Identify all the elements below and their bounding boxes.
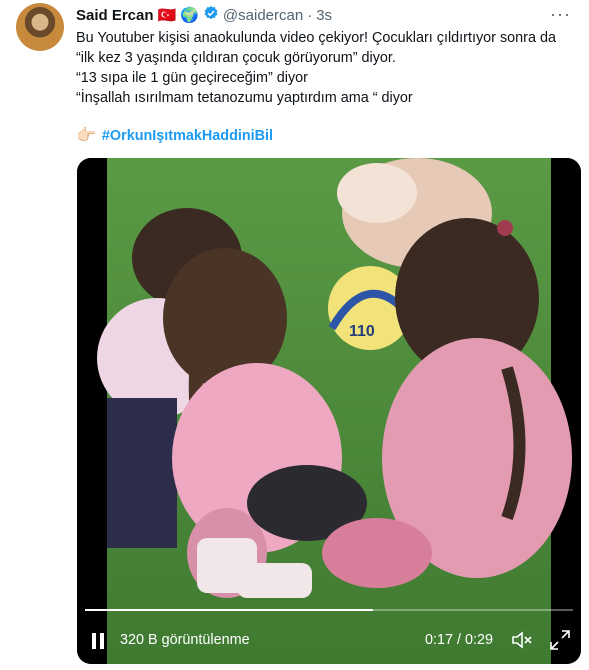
tweet-line: Bu Youtuber kişisi anaokulunda video çek… xyxy=(76,30,556,46)
author-avatar[interactable] xyxy=(16,3,64,51)
author-name[interactable]: Said Ercan xyxy=(76,7,154,24)
tweet-line: “13 sıpa ile 1 gün geçireceğim” diyor xyxy=(76,70,308,86)
video-progress-fill xyxy=(85,609,373,611)
separator-dot: · xyxy=(307,6,313,24)
video-player[interactable]: 110 320 B görüntülenme 0:17 / 0:29 xyxy=(77,158,581,664)
tweet-time[interactable]: 3s xyxy=(316,7,332,24)
globe-icon: 🌍 xyxy=(180,7,199,24)
hashtag-link[interactable]: #OrkunIşıtmakHaddiniBil xyxy=(102,126,273,146)
pause-icon[interactable] xyxy=(91,632,105,654)
fullscreen-icon[interactable] xyxy=(549,629,571,655)
pointing-finger-icon: 👉🏻 xyxy=(76,127,96,144)
hashtag-line: 👉🏻 #OrkunIşıtmakHaddiniBil xyxy=(76,126,273,146)
muted-speaker-icon[interactable] xyxy=(511,630,533,654)
video-time-readout: 0:17 / 0:29 xyxy=(425,632,494,648)
ball-label: 110 xyxy=(349,323,375,340)
author-handle[interactable]: @saidercan xyxy=(223,7,303,24)
tweet-text: Bu Youtuber kişisi anaokulunda video çek… xyxy=(76,28,581,108)
view-count: 320 B görüntülenme xyxy=(120,632,250,648)
tweet-line: “İnşallah ısırılmam tetanozumu yaptırdım… xyxy=(76,90,413,106)
video-frame: 110 xyxy=(77,158,581,664)
video-progress-bar[interactable] xyxy=(85,609,573,611)
turkey-flag-icon: 🇹🇷 xyxy=(157,7,177,24)
verified-badge-icon xyxy=(203,5,219,25)
tweet-line: “ilk kez 3 yaşında çıldıran çocuk görüyo… xyxy=(76,50,396,66)
more-options-icon[interactable]: ··· xyxy=(550,4,571,25)
video-controls: 320 B görüntülenme 0:17 / 0:29 xyxy=(77,626,581,656)
tweet-header: Said Ercan 🇹🇷 🌍 @saidercan · 3s xyxy=(76,4,332,26)
